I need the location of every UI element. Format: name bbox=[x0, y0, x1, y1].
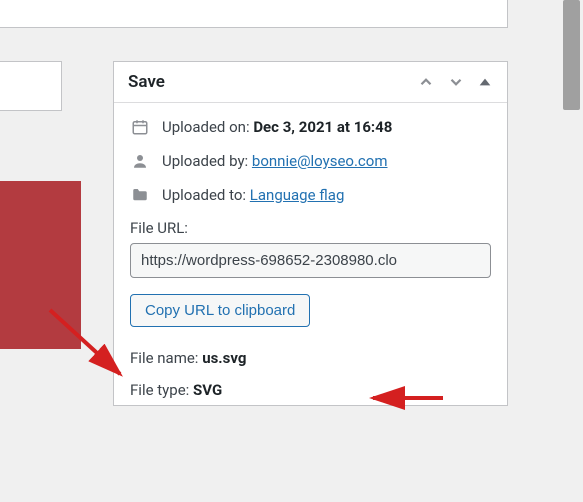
file-url-label: File URL: bbox=[130, 219, 491, 237]
scrollbar-thumb[interactable] bbox=[563, 0, 580, 110]
uploaded-by-link[interactable]: bonnie@loyseo.com bbox=[252, 152, 388, 170]
file-name-value: us.svg bbox=[202, 349, 246, 367]
copy-url-button[interactable]: Copy URL to clipboard bbox=[130, 294, 310, 327]
folder-icon bbox=[130, 185, 150, 205]
file-name-label: File name: bbox=[130, 349, 198, 367]
panel-controls bbox=[417, 73, 493, 91]
uploaded-on-label: Uploaded on: bbox=[162, 118, 250, 136]
uploaded-by-text: Uploaded by: bonnie@loyseo.com bbox=[162, 152, 388, 170]
scrollbar-track[interactable] bbox=[560, 0, 583, 203]
file-url-input[interactable] bbox=[130, 243, 491, 278]
left-partial-panel bbox=[0, 61, 62, 111]
caret-up-icon[interactable] bbox=[477, 74, 493, 90]
uploaded-on-row: Uploaded on: Dec 3, 2021 at 16:48 bbox=[130, 117, 491, 137]
uploaded-to-text: Uploaded to: Language flag bbox=[162, 186, 344, 204]
user-icon bbox=[130, 151, 150, 171]
uploaded-on-text: Uploaded on: Dec 3, 2021 at 16:48 bbox=[162, 118, 392, 136]
uploaded-to-label: Uploaded to: bbox=[162, 186, 246, 204]
chevron-up-icon[interactable] bbox=[417, 73, 435, 91]
panel-title: Save bbox=[128, 72, 165, 92]
panel-body: Uploaded on: Dec 3, 2021 at 16:48 Upload… bbox=[114, 103, 507, 405]
save-metabox: Save Uploaded on: Dec 3, 2021 at 16:48 bbox=[113, 61, 508, 406]
file-type-value: SVG bbox=[193, 381, 222, 399]
uploaded-to-link[interactable]: Language flag bbox=[250, 186, 345, 204]
file-type-label: File type: bbox=[130, 381, 189, 399]
uploaded-to-row: Uploaded to: Language flag bbox=[130, 185, 491, 205]
save-metabox-header: Save bbox=[114, 62, 507, 103]
uploaded-on-value: Dec 3, 2021 at 16:48 bbox=[253, 118, 392, 136]
uploaded-by-label: Uploaded by: bbox=[162, 152, 248, 170]
calendar-icon bbox=[130, 117, 150, 137]
uploaded-by-row: Uploaded by: bonnie@loyseo.com bbox=[130, 151, 491, 171]
chevron-down-icon[interactable] bbox=[447, 73, 465, 91]
file-type-row: File type: SVG bbox=[130, 381, 491, 399]
file-name-row: File name: us.svg bbox=[130, 349, 491, 367]
top-partial-panel bbox=[0, 0, 508, 28]
image-preview-partial bbox=[0, 181, 81, 349]
